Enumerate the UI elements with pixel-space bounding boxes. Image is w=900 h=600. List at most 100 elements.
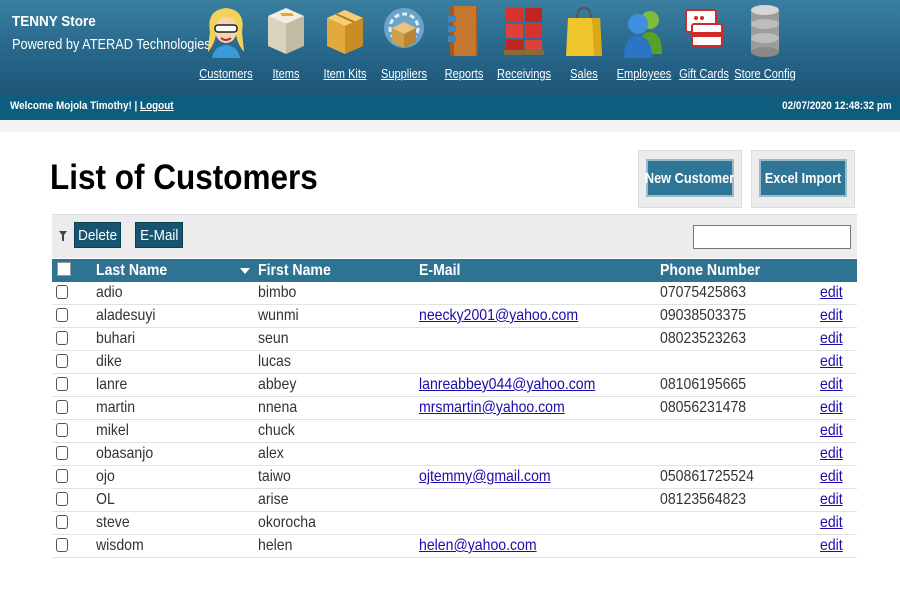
welcome-message: Welcome Mojola Timothy! | Logout bbox=[10, 100, 174, 112]
header-last-name[interactable]: Last Name bbox=[96, 262, 167, 280]
new-customer-button[interactable]: New Customer bbox=[645, 159, 735, 197]
edit-link[interactable]: edit bbox=[820, 330, 843, 348]
row-checkbox[interactable] bbox=[56, 492, 68, 506]
cell-email[interactable]: lanreabbey044@yahoo.com bbox=[419, 376, 595, 394]
table-row: mikel chuck edit bbox=[52, 420, 857, 443]
table-row: steve okorocha edit bbox=[52, 512, 857, 535]
edit-link[interactable]: edit bbox=[820, 537, 843, 555]
cell-email[interactable]: helen@yahoo.com bbox=[419, 537, 537, 555]
cell-first-name: taiwo bbox=[258, 468, 291, 485]
current-datetime: 02/07/2020 12:48:32 pm bbox=[782, 100, 892, 112]
row-checkbox[interactable] bbox=[56, 331, 68, 345]
cell-first-name: alex bbox=[258, 445, 284, 462]
nav-label: Items bbox=[272, 66, 300, 81]
nav-receivings[interactable]: Receivings bbox=[494, 0, 554, 95]
gift-cards-icon bbox=[680, 2, 728, 60]
cell-email[interactable]: neecky2001@yahoo.com bbox=[419, 307, 578, 325]
table-row: aladesuyi wunmi neecky2001@yahoo.com 090385… bbox=[52, 305, 857, 328]
edit-link[interactable]: edit bbox=[820, 399, 843, 417]
cell-phone: 08106195665 bbox=[660, 376, 747, 393]
nav-label: Store Config bbox=[734, 66, 796, 81]
edit-link[interactable]: edit bbox=[820, 376, 843, 394]
nav-gift-cards[interactable]: Gift Cards bbox=[674, 0, 734, 95]
employees-icon bbox=[620, 2, 668, 60]
customer-table-body: adio bimbo 07075425863 edit aladesuyi wunmi ne… bbox=[52, 282, 857, 558]
nav-label: Sales bbox=[570, 66, 598, 81]
table-row: obasanjo alex edit bbox=[52, 443, 857, 466]
delete-label: Delete bbox=[77, 226, 118, 244]
cell-last-name: aladesuyi bbox=[96, 307, 156, 324]
nav-customers[interactable]: Customers bbox=[196, 0, 256, 95]
select-all-checkbox[interactable] bbox=[57, 262, 71, 276]
edit-link[interactable]: edit bbox=[820, 307, 843, 325]
nav-reports[interactable]: Reports bbox=[434, 0, 494, 95]
row-checkbox[interactable] bbox=[56, 515, 68, 529]
row-checkbox[interactable] bbox=[56, 354, 68, 368]
table-header: Last Name First Name E-Mail Phone Number bbox=[52, 259, 857, 282]
nav-item-kits[interactable]: Item Kits bbox=[315, 0, 375, 95]
nav-store-config[interactable]: Store Config bbox=[734, 0, 796, 95]
table-toolbar: Delete E-Mail bbox=[52, 214, 857, 258]
header-email[interactable]: E-Mail bbox=[419, 262, 460, 280]
nav-suppliers[interactable]: Suppliers bbox=[374, 0, 434, 95]
filter-icon bbox=[59, 231, 67, 241]
cell-first-name: lucas bbox=[258, 353, 291, 370]
edit-link[interactable]: edit bbox=[820, 422, 843, 440]
item-kits-icon bbox=[321, 2, 369, 60]
cell-email[interactable]: ojtemmy@gmail.com bbox=[419, 468, 551, 486]
cell-first-name: okorocha bbox=[258, 514, 316, 531]
search-input[interactable] bbox=[693, 225, 851, 249]
cell-last-name: adio bbox=[96, 284, 123, 301]
row-checkbox[interactable] bbox=[56, 423, 68, 437]
table-row: buhari seun 08023523263 edit bbox=[52, 328, 857, 351]
new-customer-label: New Customer bbox=[645, 169, 735, 187]
cell-last-name: dike bbox=[96, 353, 122, 370]
row-checkbox[interactable] bbox=[56, 538, 68, 552]
edit-link[interactable]: edit bbox=[820, 284, 843, 302]
table-row: dike lucas edit bbox=[52, 351, 857, 374]
edit-link[interactable]: edit bbox=[820, 353, 843, 371]
nav-label: Employees bbox=[616, 66, 672, 81]
cell-first-name: wunmi bbox=[258, 307, 299, 324]
header-phone[interactable]: Phone Number bbox=[660, 262, 760, 280]
edit-link[interactable]: edit bbox=[820, 445, 843, 463]
nav-label: Receivings bbox=[496, 66, 552, 81]
suppliers-icon bbox=[380, 2, 428, 60]
sort-desc-icon[interactable] bbox=[240, 268, 250, 274]
receivings-icon bbox=[500, 2, 548, 60]
nav-employees[interactable]: Employees bbox=[614, 0, 674, 95]
cell-phone: 08056231478 bbox=[660, 399, 747, 416]
cell-last-name: martin bbox=[96, 399, 136, 416]
new-customer-frame: New Customer bbox=[638, 150, 742, 208]
row-checkbox[interactable] bbox=[56, 469, 68, 483]
row-checkbox[interactable] bbox=[56, 377, 68, 391]
logout-link[interactable]: Logout bbox=[140, 100, 174, 112]
excel-import-label: Excel Import bbox=[764, 169, 842, 187]
header-first-name[interactable]: First Name bbox=[258, 262, 331, 280]
table-row: lanre abbey lanreabbey044@yahoo.com 0810619… bbox=[52, 374, 857, 397]
nav-sales[interactable]: Sales bbox=[554, 0, 614, 95]
delete-button[interactable]: Delete bbox=[74, 222, 121, 248]
row-checkbox[interactable] bbox=[56, 446, 68, 460]
page-title: List of Customers bbox=[50, 158, 318, 197]
cell-first-name: bimbo bbox=[258, 284, 297, 301]
edit-link[interactable]: edit bbox=[820, 468, 843, 486]
table-row: martin nnena mrsmartin@yahoo.com 0805623147… bbox=[52, 397, 857, 420]
email-button[interactable]: E-Mail bbox=[135, 222, 183, 248]
row-checkbox[interactable] bbox=[56, 285, 68, 299]
nav-items[interactable]: Items bbox=[256, 0, 316, 95]
excel-import-button[interactable]: Excel Import bbox=[759, 159, 847, 197]
divider bbox=[0, 120, 900, 132]
welcome-bar: Welcome Mojola Timothy! | Logout 02/07/2… bbox=[0, 95, 900, 120]
row-checkbox[interactable] bbox=[56, 308, 68, 322]
cell-phone: 08023523263 bbox=[660, 330, 747, 347]
app-header: TENNY Store Powered by ATERAD Technologi… bbox=[0, 0, 900, 95]
edit-link[interactable]: edit bbox=[820, 491, 843, 509]
table-row: ojo taiwo ojtemmy@gmail.com 050861725524 edi… bbox=[52, 466, 857, 489]
cell-first-name: nnena bbox=[258, 399, 298, 416]
reports-icon bbox=[440, 2, 488, 60]
cell-email[interactable]: mrsmartin@yahoo.com bbox=[419, 399, 565, 417]
edit-link[interactable]: edit bbox=[820, 514, 843, 532]
nav-label: Gift Cards bbox=[679, 66, 729, 81]
row-checkbox[interactable] bbox=[56, 400, 68, 414]
